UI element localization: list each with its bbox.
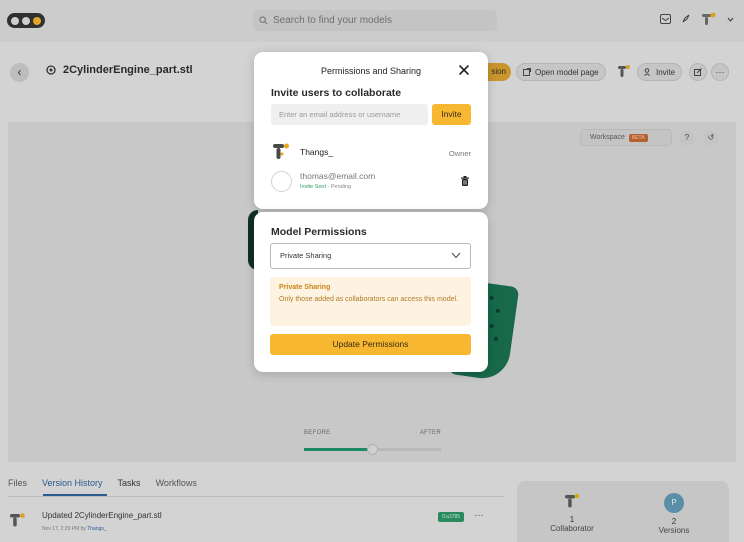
pending-email: thomas@email.com [300,171,376,181]
rocket-icon[interactable] [681,14,691,24]
collaborators-stat[interactable]: 1 Collaborator [537,493,607,533]
model-title: 2CylinderEngine_part.stl [46,64,193,76]
close-icon[interactable] [456,62,472,78]
reset-view-button[interactable]: ↺ [703,130,719,146]
tab-files[interactable]: Files [8,478,27,488]
beta-badge: BETA [628,133,648,142]
dialog-title: Permissions and Sharing [320,66,422,76]
version-history-item[interactable]: Updated 2CylinderEngine_part.stl Nov 17,… [8,508,504,538]
pending-status: Invite Sent - Pending [300,184,351,190]
model-name: 2CylinderEngine_part.stl [63,64,193,76]
permissions-sharing-dialog: Permissions and Sharing Invite users to … [254,52,488,209]
inbox-icon[interactable] [660,14,671,24]
slider-handle[interactable] [367,444,378,455]
chevron-down-icon[interactable] [727,17,734,22]
collaborator-avatar-icon [565,493,580,508]
before-label: BEFORE [304,430,331,436]
user-avatar-icon [10,513,25,527]
user-avatar-icon[interactable] [701,12,717,26]
owner-avatar-icon[interactable] [618,65,630,79]
owner-role: Owner [448,149,471,158]
pending-label: - Pending [326,184,352,190]
invite-heading: Invite users to collaborate [271,87,402,99]
slider-fill [304,448,373,451]
add-user-icon [644,68,650,76]
owner-name: Thangs_ [300,147,334,157]
history-title: Updated 2CylinderEngine_part.stl [42,511,162,520]
workspace-label: Workspace [590,134,625,141]
trash-icon[interactable] [461,176,469,186]
permission-selected-value: Private Sharing [280,251,332,260]
model-icon [46,65,56,75]
tabs-divider [8,496,504,497]
workspace-button[interactable]: Workspace BETA [580,129,672,146]
slider-track[interactable] [304,444,441,455]
invite-sent-label: Invite Sent [300,184,326,190]
external-link-icon [523,68,531,76]
open-model-page-label: Open model page [535,67,599,77]
thangs-logo[interactable] [7,13,45,28]
collaborator-row-pending: thomas@email.com Invite Sent - Pending [271,170,471,194]
note-title: Private Sharing [279,284,331,291]
invite-header-label: Invite [656,67,676,77]
compare-slider[interactable]: BEFORE AFTER [304,430,441,455]
back-button[interactable]: ‹ [10,63,29,82]
search-placeholder: Search to find your models [273,15,392,26]
tab-tasks[interactable]: Tasks [118,478,141,488]
update-permissions-button[interactable]: Update Permissions [270,334,471,355]
owner-avatar-icon [273,143,289,159]
versions-avatar: P [664,493,684,513]
search-icon [259,16,268,25]
more-options-button[interactable]: ··· [711,63,729,81]
versions-label: Versions [658,526,690,535]
collaborators-count: 1 [569,515,575,524]
edit-icon [694,68,702,76]
invite-header-button[interactable]: Invite [637,63,683,81]
tab-workflows[interactable]: Workflows [156,478,197,488]
top-bar: Search to find your models [0,0,744,42]
tab-version-history[interactable]: Version History [42,478,103,488]
versions-stat[interactable]: P 2 Versions [639,493,709,535]
stats-card: 1 Collaborator P 2 Versions [517,481,729,542]
topbar-actions [660,12,734,26]
invite-email-input[interactable] [271,104,428,125]
model-permissions-panel: Model Permissions Private Sharing Privat… [254,212,488,372]
pending-avatar [271,171,292,192]
open-model-page-button[interactable]: Open model page [516,63,606,81]
history-meta: Nov 17, 2:29 PM by Thangs_ [42,526,107,532]
note-body: Only those added as collaborators can ac… [279,296,458,303]
more-icon: ··· [715,67,725,77]
permission-info-note: Private Sharing Only those added as coll… [270,277,471,326]
collaborator-row-owner: Thangs_ Owner [271,143,471,163]
edit-button[interactable] [689,63,707,81]
version-badge: f1a3785 [438,512,465,522]
permissions-heading: Model Permissions [271,226,367,238]
history-more-button[interactable]: … [474,508,484,519]
invite-button[interactable]: Invite [432,104,471,125]
bottom-tabs: Files Version History Tasks Workflows [8,478,197,488]
help-button[interactable]: ? [679,130,695,146]
permission-select[interactable]: Private Sharing [270,243,471,269]
after-label: AFTER [419,430,441,436]
chevron-down-icon [451,252,461,259]
search-bar[interactable]: Search to find your models [253,10,497,31]
versions-count: 2 [671,517,677,526]
collaborators-label: Collaborator [550,524,594,533]
history-user-link[interactable]: Thangs_ [87,526,106,532]
history-meta-prefix: Nov 17, 2:29 PM by [42,526,88,532]
